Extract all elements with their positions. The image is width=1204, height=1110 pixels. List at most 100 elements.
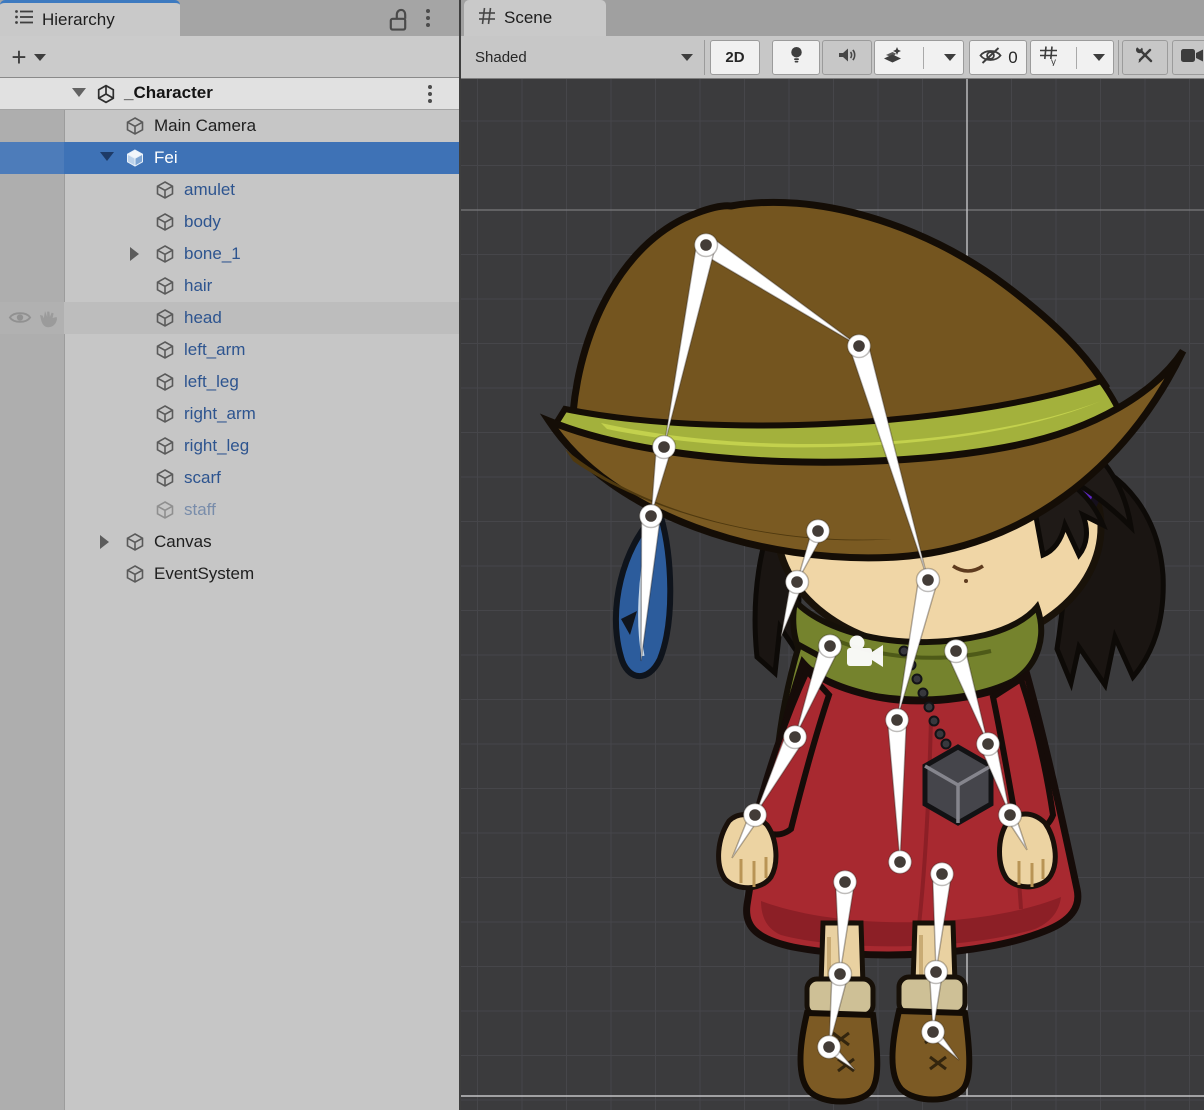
gameobject-cube-icon <box>155 340 175 360</box>
gameobject-cube-icon <box>125 564 145 584</box>
row-label: body <box>184 212 221 232</box>
grid-dropdown-caret[interactable] <box>1093 54 1105 61</box>
custom-tools-button[interactable] <box>1122 40 1168 75</box>
scene-tabstrip: Scene <box>461 0 1204 36</box>
hidden-count: 0 <box>1008 48 1017 68</box>
add-object-button[interactable]: + <box>6 44 32 70</box>
gameobject-cube-icon <box>155 404 175 424</box>
bone-joint-core <box>823 1041 835 1053</box>
row-label: EventSystem <box>154 564 254 584</box>
hierarchy-row-eventsystem[interactable]: EventSystem <box>0 558 459 590</box>
effects-dropdown-caret[interactable] <box>944 54 956 61</box>
effects-group <box>874 40 964 75</box>
bone-joint-core <box>930 966 942 978</box>
expand-arrow[interactable] <box>100 152 114 161</box>
hierarchy-row-amulet[interactable]: amulet <box>0 174 459 206</box>
scene-panel: Scene Shaded 2D <box>461 0 1204 1110</box>
hierarchy-menu-icon[interactable] <box>422 9 434 27</box>
row-label: right_arm <box>184 404 256 424</box>
row-label: staff <box>184 500 216 520</box>
unity-logo-icon <box>96 84 116 104</box>
hierarchy-row-head[interactable]: head <box>0 302 459 334</box>
row-label: head <box>184 308 222 328</box>
bone-joint-core <box>658 441 670 453</box>
2d-label: 2D <box>725 49 744 66</box>
bone-joint-core <box>922 574 934 586</box>
row-label: bone_1 <box>184 244 241 264</box>
bone-joint-core <box>1004 809 1016 821</box>
gameobject-cube-icon <box>155 468 175 488</box>
hierarchy-row-scarf[interactable]: scarf <box>0 462 459 494</box>
hierarchy-tabstrip: Hierarchy <box>0 0 459 36</box>
bone-joint-core <box>927 1026 939 1038</box>
wrench-pencil-icon <box>1135 45 1155 70</box>
hierarchy-row-hair[interactable]: hair <box>0 270 459 302</box>
gameobject-cube-icon <box>155 308 175 328</box>
add-object-dropdown-caret[interactable] <box>34 54 46 61</box>
hierarchy-row-canvas[interactable]: Canvas <box>0 526 459 558</box>
camera-icon <box>1181 48 1204 68</box>
row-label: left_arm <box>184 340 245 360</box>
hierarchy-row-staff[interactable]: staff <box>0 494 459 526</box>
bone-joint-core <box>749 809 761 821</box>
gameobject-cube-icon <box>155 500 175 520</box>
expand-arrow[interactable] <box>100 535 109 549</box>
hierarchy-toolbar: + All <box>0 36 459 77</box>
grid-icon <box>478 7 496 30</box>
prefab-cube-icon <box>125 148 145 168</box>
bone-joint-core <box>950 645 962 657</box>
draw-mode-dropdown[interactable]: Shaded <box>465 40 703 75</box>
audio-toggle-button[interactable] <box>822 40 872 75</box>
bone-joint-core <box>853 340 865 352</box>
scene-name: _Character <box>124 83 213 103</box>
toolbar-separator <box>704 40 705 75</box>
grid-axis-icon[interactable]: y <box>1039 45 1060 71</box>
scene-toolbar: Shaded 2D <box>461 36 1204 79</box>
camera-settings-button[interactable] <box>1172 40 1204 75</box>
effects-toggle-icon[interactable] <box>882 46 903 70</box>
hand-icon[interactable] <box>37 309 59 327</box>
hierarchy-tree: _Character Main Camera Fei amulet body bone_… <box>0 78 459 1110</box>
hierarchy-row-left_arm[interactable]: left_arm <box>0 334 459 366</box>
row-label: hair <box>184 276 212 296</box>
eye-slash-icon <box>978 46 1003 70</box>
hierarchy-row-right_arm[interactable]: right_arm <box>0 398 459 430</box>
hierarchy-row-bone_1[interactable]: bone_1 <box>0 238 459 270</box>
scene-menu-icon[interactable] <box>424 85 436 103</box>
bone-joint-core <box>700 239 712 251</box>
hierarchy-row-fei[interactable]: Fei <box>0 142 459 174</box>
row-label: Fei <box>154 148 178 168</box>
gameobject-cube-icon <box>125 532 145 552</box>
bone-joint-core <box>894 856 906 868</box>
row-label: Main Camera <box>154 116 256 136</box>
scene-viewport[interactable] <box>461 79 1204 1110</box>
hierarchy-row-right_leg[interactable]: right_leg <box>0 430 459 462</box>
bone-joint-core <box>791 576 803 588</box>
separator <box>1076 47 1077 69</box>
draw-mode-label: Shaded <box>475 49 527 66</box>
scene-visibility-button[interactable]: 0 <box>969 40 1027 75</box>
eye-icon[interactable] <box>8 309 30 327</box>
tab-hierarchy[interactable]: Hierarchy <box>0 0 180 36</box>
bone-joint-core <box>789 731 801 743</box>
gameobject-cube-icon <box>155 436 175 456</box>
lightbulb-icon <box>789 45 804 70</box>
2d-toggle-button[interactable]: 2D <box>710 40 760 75</box>
hierarchy-row-main-camera[interactable]: Main Camera <box>0 110 459 142</box>
scene-expand-arrow[interactable] <box>72 88 86 97</box>
scene-header-row[interactable]: _Character <box>0 78 459 110</box>
lighting-toggle-button[interactable] <box>772 40 820 75</box>
tab-scene[interactable]: Scene <box>464 0 606 36</box>
chevron-down-icon <box>681 54 693 61</box>
hierarchy-row-left_leg[interactable]: left_leg <box>0 366 459 398</box>
row-label: amulet <box>184 180 235 200</box>
bone-joint-core <box>824 640 836 652</box>
svg-text:y: y <box>1051 57 1056 66</box>
gameobject-cube-icon <box>155 180 175 200</box>
row-label: left_leg <box>184 372 239 392</box>
separator <box>923 47 924 69</box>
dress <box>747 663 1078 955</box>
hierarchy-row-body[interactable]: body <box>0 206 459 238</box>
expand-arrow[interactable] <box>130 247 139 261</box>
lock-icon[interactable] <box>386 8 410 32</box>
